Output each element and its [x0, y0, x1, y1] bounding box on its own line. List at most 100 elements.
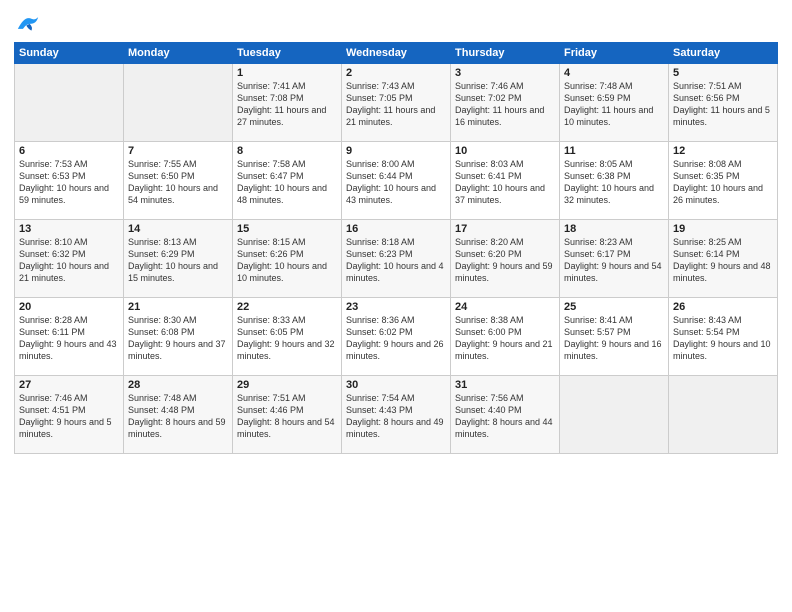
calendar-cell: 26 Sunrise: 8:43 AMSunset: 5:54 PMDayligh…: [669, 298, 778, 376]
calendar-cell: 28 Sunrise: 7:48 AMSunset: 4:48 PMDayligh…: [124, 376, 233, 454]
day-number: 21: [128, 301, 228, 313]
day-number: 29: [237, 379, 337, 391]
day-detail: Sunrise: 7:48 AMSunset: 4:48 PMDaylight:…: [128, 393, 226, 439]
day-detail: Sunrise: 8:43 AMSunset: 5:54 PMDaylight:…: [673, 315, 771, 361]
calendar-cell: 3 Sunrise: 7:46 AMSunset: 7:02 PMDaylight…: [451, 64, 560, 142]
calendar-cell: 11 Sunrise: 8:05 AMSunset: 6:38 PMDayligh…: [560, 142, 669, 220]
day-number: 19: [673, 223, 773, 235]
day-detail: Sunrise: 7:51 AMSunset: 4:46 PMDaylight:…: [237, 393, 335, 439]
calendar-cell: 8 Sunrise: 7:58 AMSunset: 6:47 PMDaylight…: [233, 142, 342, 220]
day-detail: Sunrise: 8:10 AMSunset: 6:32 PMDaylight:…: [19, 237, 109, 283]
calendar-cell: 17 Sunrise: 8:20 AMSunset: 6:20 PMDayligh…: [451, 220, 560, 298]
day-detail: Sunrise: 7:41 AMSunset: 7:08 PMDaylight:…: [237, 81, 326, 127]
day-number: 28: [128, 379, 228, 391]
calendar-cell: [560, 376, 669, 454]
day-number: 27: [19, 379, 119, 391]
calendar-cell: 7 Sunrise: 7:55 AMSunset: 6:50 PMDaylight…: [124, 142, 233, 220]
day-detail: Sunrise: 8:33 AMSunset: 6:05 PMDaylight:…: [237, 315, 335, 361]
calendar-cell: 21 Sunrise: 8:30 AMSunset: 6:08 PMDayligh…: [124, 298, 233, 376]
day-number: 2: [346, 67, 446, 79]
day-number: 22: [237, 301, 337, 313]
calendar-cell: 24 Sunrise: 8:38 AMSunset: 6:00 PMDayligh…: [451, 298, 560, 376]
day-number: 13: [19, 223, 119, 235]
day-number: 4: [564, 67, 664, 79]
calendar-week-row: 20Sunrise: 8:28 AMSunset: 6:11 PMDayligh…: [15, 298, 778, 376]
day-number: 24: [455, 301, 555, 313]
calendar-cell: 9 Sunrise: 8:00 AMSunset: 6:44 PMDaylight…: [342, 142, 451, 220]
calendar-cell: 29 Sunrise: 7:51 AMSunset: 4:46 PMDayligh…: [233, 376, 342, 454]
day-number: 7: [128, 145, 228, 157]
calendar-cell: 2 Sunrise: 7:43 AMSunset: 7:05 PMDaylight…: [342, 64, 451, 142]
day-number: 9: [346, 145, 446, 157]
calendar-cell: 6 Sunrise: 7:53 AMSunset: 6:53 PMDaylight…: [15, 142, 124, 220]
calendar-cell: 27Sunrise: 7:46 AMSunset: 4:51 PMDayligh…: [15, 376, 124, 454]
weekday-header: Saturday: [669, 43, 778, 64]
calendar-week-row: 1 Sunrise: 7:41 AMSunset: 7:08 PMDaylight…: [15, 64, 778, 142]
day-number: 3: [455, 67, 555, 79]
weekday-header-row: SundayMondayTuesdayWednesdayThursdayFrid…: [15, 43, 778, 64]
calendar-cell: 23Sunrise: 8:36 AMSunset: 6:02 PMDayligh…: [342, 298, 451, 376]
calendar-week-row: 13 Sunrise: 8:10 AMSunset: 6:32 PMDayligh…: [15, 220, 778, 298]
day-detail: Sunrise: 8:15 AMSunset: 6:26 PMDaylight:…: [237, 237, 327, 283]
day-detail: Sunrise: 8:36 AMSunset: 6:02 PMDaylight:…: [346, 315, 444, 361]
header: [14, 12, 778, 34]
day-number: 31: [455, 379, 555, 391]
day-detail: Sunrise: 8:25 AMSunset: 6:14 PMDaylight:…: [673, 237, 771, 283]
day-detail: Sunrise: 7:55 AMSunset: 6:50 PMDaylight:…: [128, 159, 218, 205]
logo-icon: [14, 12, 42, 34]
calendar-cell: 12 Sunrise: 8:08 AMSunset: 6:35 PMDayligh…: [669, 142, 778, 220]
weekday-header: Wednesday: [342, 43, 451, 64]
day-detail: Sunrise: 8:00 AMSunset: 6:44 PMDaylight:…: [346, 159, 436, 205]
calendar-cell: [15, 64, 124, 142]
day-detail: Sunrise: 7:54 AMSunset: 4:43 PMDaylight:…: [346, 393, 444, 439]
weekday-header: Monday: [124, 43, 233, 64]
day-detail: Sunrise: 8:20 AMSunset: 6:20 PMDaylight:…: [455, 237, 553, 283]
calendar-table: SundayMondayTuesdayWednesdayThursdayFrid…: [14, 42, 778, 454]
weekday-header: Friday: [560, 43, 669, 64]
day-detail: Sunrise: 7:53 AMSunset: 6:53 PMDaylight:…: [19, 159, 109, 205]
calendar-cell: 20Sunrise: 8:28 AMSunset: 6:11 PMDayligh…: [15, 298, 124, 376]
day-detail: Sunrise: 8:23 AMSunset: 6:17 PMDaylight:…: [564, 237, 662, 283]
calendar-cell: 10 Sunrise: 8:03 AMSunset: 6:41 PMDayligh…: [451, 142, 560, 220]
day-number: 30: [346, 379, 446, 391]
weekday-header: Thursday: [451, 43, 560, 64]
day-number: 12: [673, 145, 773, 157]
day-detail: Sunrise: 8:18 AMSunset: 6:23 PMDaylight:…: [346, 237, 444, 283]
day-number: 11: [564, 145, 664, 157]
day-number: 1: [237, 67, 337, 79]
calendar-cell: 5Sunrise: 7:51 AMSunset: 6:56 PMDaylight…: [669, 64, 778, 142]
day-detail: Sunrise: 7:48 AMSunset: 6:59 PMDaylight:…: [564, 81, 653, 127]
calendar-cell: 13 Sunrise: 8:10 AMSunset: 6:32 PMDayligh…: [15, 220, 124, 298]
day-detail: Sunrise: 8:08 AMSunset: 6:35 PMDaylight:…: [673, 159, 763, 205]
calendar-cell: 15 Sunrise: 8:15 AMSunset: 6:26 PMDayligh…: [233, 220, 342, 298]
day-detail: Sunrise: 7:46 AMSunset: 7:02 PMDaylight:…: [455, 81, 544, 127]
calendar-cell: 1 Sunrise: 7:41 AMSunset: 7:08 PMDaylight…: [233, 64, 342, 142]
day-number: 10: [455, 145, 555, 157]
day-detail: Sunrise: 8:41 AMSunset: 5:57 PMDaylight:…: [564, 315, 662, 361]
day-number: 26: [673, 301, 773, 313]
calendar-cell: [669, 376, 778, 454]
day-detail: Sunrise: 8:13 AMSunset: 6:29 PMDaylight:…: [128, 237, 218, 283]
day-detail: Sunrise: 7:43 AMSunset: 7:05 PMDaylight:…: [346, 81, 435, 127]
day-detail: Sunrise: 7:51 AMSunset: 6:56 PMDaylight:…: [673, 81, 770, 127]
day-number: 15: [237, 223, 337, 235]
calendar-cell: 25Sunrise: 8:41 AMSunset: 5:57 PMDayligh…: [560, 298, 669, 376]
day-detail: Sunrise: 8:30 AMSunset: 6:08 PMDaylight:…: [128, 315, 226, 361]
calendar-cell: 19 Sunrise: 8:25 AMSunset: 6:14 PMDayligh…: [669, 220, 778, 298]
calendar-cell: 16 Sunrise: 8:18 AMSunset: 6:23 PMDayligh…: [342, 220, 451, 298]
day-number: 16: [346, 223, 446, 235]
logo: [14, 12, 46, 34]
day-number: 18: [564, 223, 664, 235]
day-detail: Sunrise: 8:38 AMSunset: 6:00 PMDaylight:…: [455, 315, 553, 361]
day-detail: Sunrise: 8:05 AMSunset: 6:38 PMDaylight:…: [564, 159, 654, 205]
day-detail: Sunrise: 7:58 AMSunset: 6:47 PMDaylight:…: [237, 159, 327, 205]
calendar-cell: [124, 64, 233, 142]
calendar-cell: 18 Sunrise: 8:23 AMSunset: 6:17 PMDayligh…: [560, 220, 669, 298]
day-number: 6: [19, 145, 119, 157]
calendar-cell: 14Sunrise: 8:13 AMSunset: 6:29 PMDayligh…: [124, 220, 233, 298]
day-detail: Sunrise: 8:03 AMSunset: 6:41 PMDaylight:…: [455, 159, 545, 205]
weekday-header: Tuesday: [233, 43, 342, 64]
day-number: 17: [455, 223, 555, 235]
calendar-cell: 4 Sunrise: 7:48 AMSunset: 6:59 PMDaylight…: [560, 64, 669, 142]
day-number: 8: [237, 145, 337, 157]
